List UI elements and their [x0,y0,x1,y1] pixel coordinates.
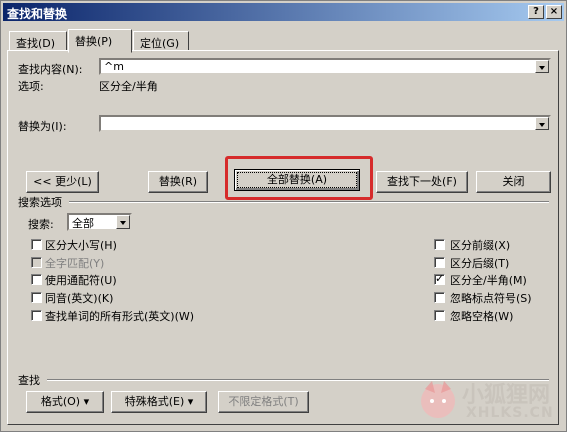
whole-word-checkbox[interactable] [31,257,42,268]
no-formatting-button[interactable]: 不限定格式(T) [218,391,309,413]
replace-all-highlight [225,156,373,200]
match-suffix-checkbox[interactable] [434,257,445,268]
close-button[interactable]: 关闭 [476,171,551,193]
replace-dropdown-icon[interactable] [535,117,549,130]
fox-logo-icon [421,381,455,418]
sounds-like-label: 同音(英文)(K) [45,292,114,305]
match-suffix-label: 区分后缀(T) [450,257,510,270]
special-button[interactable]: 特殊格式(E) ▾ [111,391,207,413]
search-options-header: 搜索选项 [18,196,62,209]
match-case-checkbox[interactable] [31,239,42,250]
find-next-button[interactable]: 查找下一处(F) [376,171,468,193]
search-direction-label: 搜索: [28,218,54,231]
wildcards-label: 使用通配符(U) [45,274,117,287]
options-value: 区分全/半角 [99,80,158,93]
tab-goto[interactable]: 定位(G) [133,31,189,51]
match-width-checkbox[interactable] [434,272,445,285]
find-what-value: ^m [104,60,124,73]
window-title: 查找和替换 [7,7,68,21]
replace-button[interactable]: 替换(R) [148,171,208,193]
replace-with-input[interactable] [99,115,551,132]
options-label: 选项: [18,80,44,93]
find-dropdown-icon[interactable] [535,60,549,73]
format-button[interactable]: 格式(O) ▾ [26,391,104,413]
site-watermark: 小狐狸网 XHLKS.CN [416,371,556,425]
wildcards-checkbox[interactable] [31,274,42,285]
whole-word-label: 全字匹配(Y) [45,257,105,270]
title-bar: 查找和替换 ? × [3,3,564,21]
tab-find[interactable]: 查找(D) [9,31,67,51]
ignore-whitespace-label: 忽略空格(W) [450,310,514,323]
all-word-forms-checkbox[interactable] [31,310,42,321]
search-direction-select[interactable]: 全部 [67,213,132,231]
ignore-punctuation-label: 忽略标点符号(S) [450,292,532,305]
search-direction-dropdown-icon[interactable] [116,215,130,229]
find-section-header: 查找 [18,374,40,387]
close-window-button[interactable]: × [546,5,562,19]
find-what-label: 查找内容(N): [18,63,83,76]
tab-replace[interactable]: 替换(P) [68,29,132,53]
match-case-label: 区分大小写(H) [45,239,117,252]
find-replace-dialog: 查找和替换 ? × 查找(D) 替换(P) 定位(G) 查找内容(N): ^m … [0,0,567,432]
ignore-whitespace-checkbox[interactable] [434,310,445,321]
less-button[interactable]: << 更少(L) [26,171,99,193]
match-prefix-checkbox[interactable] [434,239,445,250]
search-direction-value: 全部 [72,217,94,230]
help-button[interactable]: ? [528,5,544,19]
search-options-divider [69,201,549,203]
watermark-en: XHLKS.CN [466,405,554,421]
match-prefix-label: 区分前缀(X) [450,239,511,252]
ignore-punctuation-checkbox[interactable] [434,292,445,303]
all-word-forms-label: 查找单词的所有形式(英文)(W) [45,310,195,323]
find-what-input[interactable]: ^m [99,58,551,75]
match-width-label: 区分全/半角(M) [450,274,527,287]
replace-with-label: 替换为(I): [18,120,67,133]
sounds-like-checkbox[interactable] [31,292,42,303]
